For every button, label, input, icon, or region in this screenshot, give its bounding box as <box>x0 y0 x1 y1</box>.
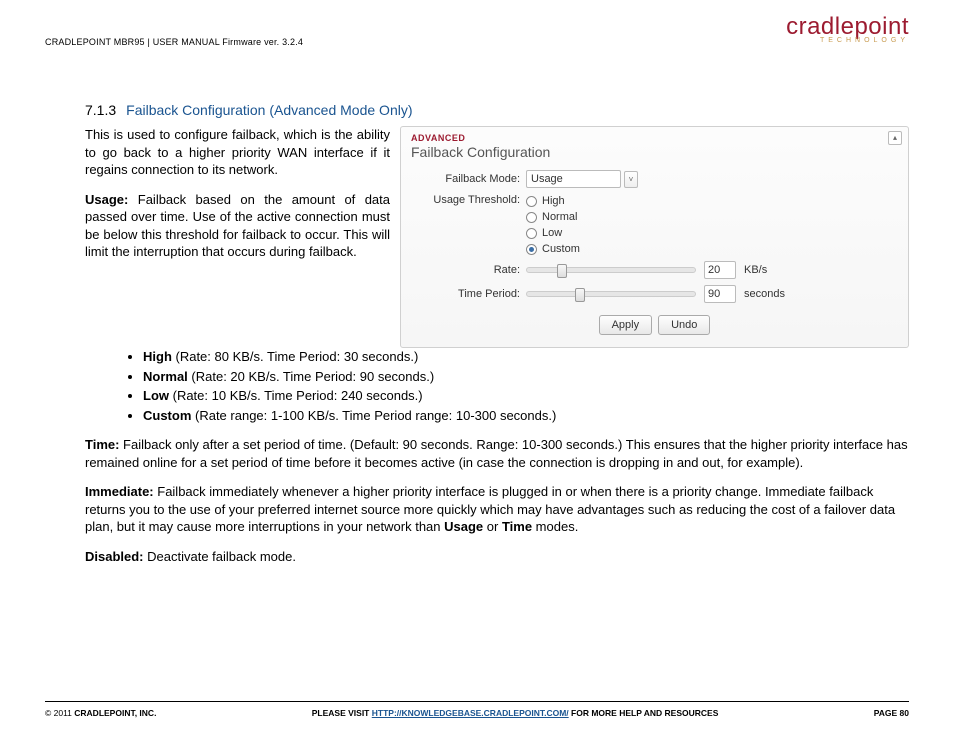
page-footer: © 2011 CRADLEPOINT, INC. PLEASE VISIT HT… <box>45 701 909 718</box>
rate-label: Rate: <box>411 264 526 276</box>
footer-help-text: PLEASE VISIT HTTP://KNOWLEDGEBASE.CRADLE… <box>156 708 873 718</box>
threshold-normal-label: Normal <box>542 211 577 223</box>
logo-text: cradlepoint <box>786 15 909 39</box>
list-item: Low (Rate: 10 KB/s. Time Period: 240 sec… <box>143 387 909 405</box>
time-period-input[interactable]: 90 <box>704 285 736 303</box>
threshold-custom-radio[interactable]: Custom <box>526 243 580 255</box>
threshold-high-label: High <box>542 195 565 207</box>
threshold-high-radio[interactable]: High <box>526 195 580 207</box>
threshold-normal-radio[interactable]: Normal <box>526 211 580 223</box>
section-number: 7.1.3 <box>85 102 116 118</box>
panel-title: Failback Configuration <box>411 144 898 160</box>
panel-badge: ADVANCED <box>411 133 898 143</box>
failback-config-panel: ▴ ADVANCED Failback Configuration Failba… <box>400 126 909 348</box>
threshold-low-label: Low <box>542 227 562 239</box>
failback-mode-label: Failback Mode: <box>411 173 526 185</box>
time-period-unit: seconds <box>744 288 785 300</box>
intro-paragraph: This is used to configure failback, whic… <box>85 126 390 179</box>
threshold-low-radio[interactable]: Low <box>526 227 580 239</box>
failback-mode-select[interactable]: Usage <box>526 170 621 188</box>
disabled-paragraph: Disabled: Deactivate failback mode. <box>85 548 909 566</box>
section-heading: 7.1.3 Failback Configuration (Advanced Mo… <box>85 102 909 118</box>
list-item: High (Rate: 80 KB/s. Time Period: 30 sec… <box>143 348 909 366</box>
rate-unit: KB/s <box>744 264 767 276</box>
section-title-text: Failback Configuration (Advanced Mode On… <box>126 102 412 118</box>
time-period-slider[interactable] <box>526 291 696 297</box>
chevron-down-icon[interactable]: ˅ <box>624 171 638 188</box>
knowledgebase-link[interactable]: HTTP://KNOWLEDGEBASE.CRADLEPOINT.COM/ <box>372 708 569 718</box>
apply-button[interactable]: Apply <box>599 315 653 335</box>
footer-page-number: PAGE 80 <box>874 708 909 718</box>
list-item: Custom (Rate range: 1-100 KB/s. Time Per… <box>143 407 909 425</box>
usage-paragraph: Usage: Failback based on the amount of d… <box>85 191 390 261</box>
collapse-icon[interactable]: ▴ <box>888 131 902 145</box>
time-period-label: Time Period: <box>411 288 526 300</box>
rate-slider-thumb[interactable] <box>557 264 567 278</box>
list-item: Normal (Rate: 20 KB/s. Time Period: 90 s… <box>143 368 909 386</box>
usage-thresholds-list: High (Rate: 80 KB/s. Time Period: 30 sec… <box>85 348 909 424</box>
time-period-slider-thumb[interactable] <box>575 288 585 302</box>
undo-button[interactable]: Undo <box>658 315 710 335</box>
footer-copyright: © 2011 CRADLEPOINT, INC. <box>45 708 156 718</box>
header-product-line: CRADLEPOINT MBR95 | USER MANUAL Firmware… <box>45 15 303 47</box>
immediate-paragraph: Immediate: Failback immediately whenever… <box>85 483 909 536</box>
brand-logo: cradlepoint TECHNOLOGY <box>786 15 909 44</box>
time-paragraph: Time: Failback only after a set period o… <box>85 436 909 471</box>
usage-threshold-label: Usage Threshold: <box>411 194 526 206</box>
failback-mode-value: Usage <box>531 173 563 185</box>
rate-input[interactable]: 20 <box>704 261 736 279</box>
threshold-custom-label: Custom <box>542 243 580 255</box>
rate-slider[interactable] <box>526 267 696 273</box>
